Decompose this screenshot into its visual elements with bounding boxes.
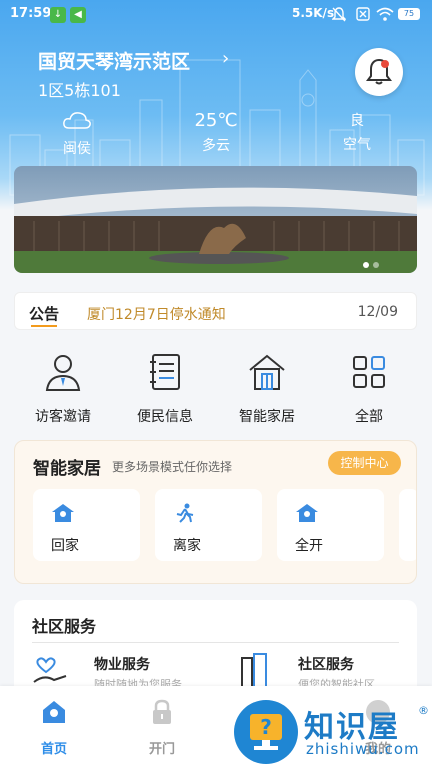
scene-all-on[interactable]: 全开 <box>277 489 384 561</box>
running-person-icon <box>176 503 194 523</box>
weather-temp: 25℃ 多云 <box>186 110 246 155</box>
tab-label: 开门 <box>148 742 175 757</box>
weather-city-label: 闽侯 <box>63 141 91 157</box>
quick-community-info[interactable]: 便民信息 <box>120 352 210 426</box>
house-icon <box>249 354 285 390</box>
question-monitor-icon: ? <box>250 714 282 750</box>
visitor-icon <box>45 355 81 391</box>
notification-button[interactable] <box>355 48 403 96</box>
share-icon: ◀ <box>70 7 86 23</box>
announcement-tag: 公告 <box>29 305 60 327</box>
announcement-bar[interactable]: 公告 厦门12月7日停水通知 12/09 <box>14 292 417 330</box>
cloud-icon <box>63 112 91 129</box>
temperature: 25℃ <box>194 110 238 131</box>
quick-smart-home[interactable]: 智能家居 <box>222 352 312 426</box>
quick-label: 便民信息 <box>137 409 193 425</box>
zhishiwu-watermark: ? 知识屋 ® zhishiwu.com <box>234 700 432 768</box>
community-name[interactable]: 国贸天琴湾示范区 <box>38 47 190 74</box>
home-tab-icon <box>43 701 65 723</box>
bell-icon <box>366 58 392 85</box>
scene-home[interactable]: 回家 <box>33 489 140 561</box>
status-time: 17:59 <box>10 6 52 21</box>
scene-label: 离家 <box>173 538 201 554</box>
battery-indicator: 75 <box>398 8 420 20</box>
service-name: 社区服务 <box>298 657 354 673</box>
home-icon <box>52 504 74 522</box>
quick-visitor-invite[interactable]: 访客邀请 <box>18 352 108 426</box>
divider <box>32 642 399 643</box>
weather-condition: 多云 <box>202 138 230 154</box>
control-center-button[interactable]: 控制中心 <box>328 451 401 475</box>
quick-label: 访客邀请 <box>35 409 91 425</box>
status-bar: 17:59 ↓ ◀ 5.5K/s 75 <box>0 0 432 30</box>
service-name: 物业服务 <box>94 657 150 673</box>
scene-away[interactable]: 离家 <box>155 489 262 561</box>
smart-home-title: 智能家居 <box>33 459 101 479</box>
quick-all[interactable]: 全部 <box>324 352 414 426</box>
watermark-logo: ? <box>234 700 298 764</box>
wifi-icon <box>376 7 394 21</box>
air-quality-value: 良 <box>350 113 364 129</box>
scene-label: 全开 <box>295 538 323 554</box>
scene-label: 回家 <box>51 538 79 554</box>
air-quality: 良 空气 <box>332 110 382 154</box>
community-service-card: 社区服务 物业服务 随时随地为您服务 社区服务 便您的智能社区 <box>14 600 417 700</box>
smart-home-card: 智能家居 更多场景模式任你选择 控制中心 回家 离家 全开 <box>14 440 417 584</box>
grid-icon <box>353 356 385 388</box>
lock-icon <box>153 699 171 724</box>
chevron-right-icon[interactable]: › <box>222 48 229 69</box>
quick-label: 全部 <box>355 409 383 425</box>
watermark-text-en: zhishiwu.com <box>306 740 420 758</box>
tab-home[interactable]: 首页 <box>24 698 84 757</box>
tab-label: 首页 <box>40 742 67 757</box>
banner-image[interactable] <box>14 166 417 273</box>
quick-label: 智能家居 <box>239 409 295 425</box>
tab-open-door[interactable]: 开门 <box>132 698 192 757</box>
svg-text:?: ? <box>260 715 272 739</box>
sim-icon <box>356 7 370 21</box>
notebook-icon <box>150 354 180 390</box>
download-icon: ↓ <box>50 7 66 23</box>
announcement-text[interactable]: 厦门12月7日停水通知 <box>87 304 226 324</box>
announcement-date: 12/09 <box>357 304 398 320</box>
watermark-registered: ® <box>418 704 429 717</box>
home-icon <box>296 504 318 522</box>
community-service-title: 社区服务 <box>32 617 97 636</box>
air-quality-label: 空气 <box>343 137 371 153</box>
unit-address: 1区5栋101 <box>38 81 121 100</box>
mute-bell-icon <box>332 7 346 22</box>
weather-city: 闽侯 <box>52 110 102 158</box>
scene-more[interactable] <box>399 489 416 561</box>
building-photo <box>14 166 417 273</box>
smart-home-subtitle: 更多场景模式任你选择 <box>112 460 233 474</box>
network-speed: 5.5K/s <box>292 6 335 20</box>
